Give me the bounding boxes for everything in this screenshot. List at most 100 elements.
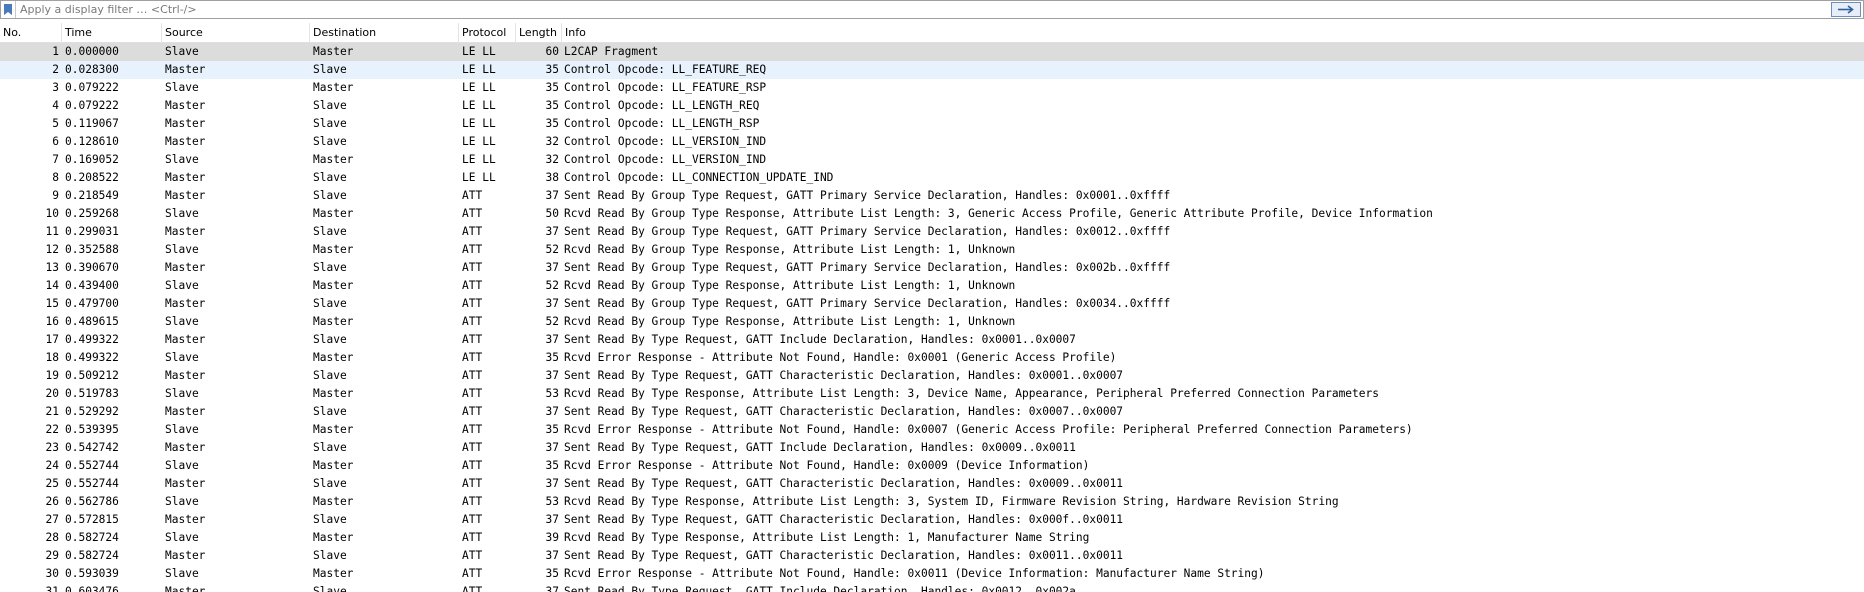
packet-row[interactable]: 9 0.218549 Master Slave ATT 37 Sent Read By Gr… xyxy=(0,187,1864,205)
packet-protocol: ATT xyxy=(462,387,483,400)
packet-no: 2 xyxy=(52,63,59,76)
column-header-no[interactable]: No. xyxy=(0,23,62,43)
apply-filter-button[interactable] xyxy=(1831,2,1861,17)
packet-time: 0.499322 xyxy=(65,333,119,346)
packet-source: Slave xyxy=(165,567,199,580)
packet-source: Slave xyxy=(165,153,199,166)
packet-no: 9 xyxy=(52,189,59,202)
packet-row[interactable]: 31 0.603476 Master Slave ATT 37 Sent Read By T… xyxy=(0,583,1864,592)
packet-row[interactable]: 14 0.439400 Slave Master ATT 52 Rcvd Read By G… xyxy=(0,277,1864,295)
packet-row[interactable]: 7 0.169052 Slave Master LE LL 32 Control Opcod… xyxy=(0,151,1864,169)
packet-length: 38 xyxy=(545,171,559,184)
packet-list: No. Time Source Destination Protocol Len… xyxy=(0,23,1864,592)
packet-row[interactable]: 6 0.128610 Master Slave LE LL 32 Control Opcod… xyxy=(0,133,1864,151)
packet-time: 0.352588 xyxy=(65,243,119,256)
packet-destination: Master xyxy=(313,423,354,436)
packet-source: Slave xyxy=(165,459,199,472)
column-header-info[interactable]: Info xyxy=(562,23,1864,43)
packet-row[interactable]: 25 0.552744 Master Slave ATT 37 Sent Read By T… xyxy=(0,475,1864,493)
packet-source: Slave xyxy=(165,243,199,256)
packet-row[interactable]: 10 0.259268 Slave Master ATT 50 Rcvd Read By G… xyxy=(0,205,1864,223)
packet-row[interactable]: 22 0.539395 Slave Master ATT 35 Rcvd Error Res… xyxy=(0,421,1864,439)
packet-time: 0.603476 xyxy=(65,585,119,592)
packet-protocol: ATT xyxy=(462,567,483,580)
packet-destination: Slave xyxy=(313,171,347,184)
packet-destination: Slave xyxy=(313,441,347,454)
packet-info: Rcvd Error Response - Attribute Not Foun… xyxy=(564,423,1413,436)
packet-protocol: LE LL xyxy=(462,135,496,148)
packet-time: 0.299031 xyxy=(65,225,119,238)
packet-no: 23 xyxy=(45,441,59,454)
packet-source: Master xyxy=(165,225,206,238)
packet-destination: Master xyxy=(313,279,354,292)
packet-row[interactable]: 2 0.028300 Master Slave LE LL 35 Control Opcod… xyxy=(0,61,1864,79)
packet-row[interactable]: 26 0.562786 Slave Master ATT 53 Rcvd Read By T… xyxy=(0,493,1864,511)
packet-no: 20 xyxy=(45,387,59,400)
packet-no: 31 xyxy=(45,585,59,592)
packet-row[interactable]: 8 0.208522 Master Slave LE LL 38 Control Opcod… xyxy=(0,169,1864,187)
packet-destination: Master xyxy=(313,567,354,580)
packet-row[interactable]: 30 0.593039 Slave Master ATT 35 Rcvd Error Res… xyxy=(0,565,1864,583)
column-header-source[interactable]: Source xyxy=(162,23,310,43)
packet-info: Sent Read By Type Request, GATT Include … xyxy=(564,441,1076,454)
packet-time: 0.562786 xyxy=(65,495,119,508)
packet-length: 60 xyxy=(545,45,559,58)
packet-length: 53 xyxy=(545,387,559,400)
packet-row[interactable]: 27 0.572815 Master Slave ATT 37 Sent Read By T… xyxy=(0,511,1864,529)
packet-time: 0.582724 xyxy=(65,531,119,544)
packet-row[interactable]: 5 0.119067 Master Slave LE LL 35 Control Opcod… xyxy=(0,115,1864,133)
packet-row[interactable]: 18 0.499322 Slave Master ATT 35 Rcvd Error Res… xyxy=(0,349,1864,367)
column-header-protocol[interactable]: Protocol xyxy=(459,23,516,43)
packet-info: Control Opcode: LL_FEATURE_RSP xyxy=(564,81,767,94)
packet-source: Master xyxy=(165,333,206,346)
packet-row[interactable]: 20 0.519783 Slave Master ATT 53 Rcvd Read By T… xyxy=(0,385,1864,403)
packet-source: Master xyxy=(165,261,206,274)
packet-row[interactable]: 16 0.489615 Slave Master ATT 52 Rcvd Read By G… xyxy=(0,313,1864,331)
packet-destination: Slave xyxy=(313,99,347,112)
packet-row[interactable]: 13 0.390670 Master Slave ATT 37 Sent Read By G… xyxy=(0,259,1864,277)
column-header-length[interactable]: Length xyxy=(516,23,562,43)
packet-row[interactable]: 19 0.509212 Master Slave ATT 37 Sent Read By T… xyxy=(0,367,1864,385)
packet-row[interactable]: 24 0.552744 Slave Master ATT 35 Rcvd Error Res… xyxy=(0,457,1864,475)
packet-protocol: ATT xyxy=(462,513,483,526)
packet-row[interactable]: 11 0.299031 Master Slave ATT 37 Sent Read By G… xyxy=(0,223,1864,241)
packet-destination: Slave xyxy=(313,135,347,148)
packet-info: Rcvd Read By Group Type Response, Attrib… xyxy=(564,279,1016,292)
packet-row[interactable]: 1 0.000000 Slave Master LE LL 60 L2CAP Fragmen… xyxy=(0,43,1864,61)
packet-protocol: LE LL xyxy=(462,153,496,166)
display-filter-input[interactable] xyxy=(16,2,1831,17)
packet-protocol: ATT xyxy=(462,459,483,472)
packet-row[interactable]: 23 0.542742 Master Slave ATT 37 Sent Read By T… xyxy=(0,439,1864,457)
packet-time: 0.519783 xyxy=(65,387,119,400)
packet-row[interactable]: 4 0.079222 Master Slave LE LL 35 Control Opcod… xyxy=(0,97,1864,115)
packet-row[interactable]: 21 0.529292 Master Slave ATT 37 Sent Read By T… xyxy=(0,403,1864,421)
packet-row[interactable]: 15 0.479700 Master Slave ATT 37 Sent Read By G… xyxy=(0,295,1864,313)
packet-protocol: LE LL xyxy=(462,171,496,184)
packet-row[interactable]: 17 0.499322 Master Slave ATT 37 Sent Read By T… xyxy=(0,331,1864,349)
packet-time: 0.028300 xyxy=(65,63,119,76)
column-header-time[interactable]: Time xyxy=(62,23,162,43)
bookmark-icon[interactable] xyxy=(1,1,16,18)
packet-info: Sent Read By Type Request, GATT Characte… xyxy=(564,513,1124,526)
packet-no: 22 xyxy=(45,423,59,436)
packet-info: Control Opcode: LL_LENGTH_REQ xyxy=(564,99,760,112)
packet-protocol: ATT xyxy=(462,495,483,508)
packet-destination: Master xyxy=(313,81,354,94)
packet-time: 0.529292 xyxy=(65,405,119,418)
packet-protocol: ATT xyxy=(462,189,483,202)
packet-time: 0.593039 xyxy=(65,567,119,580)
packet-row[interactable]: 3 0.079222 Slave Master LE LL 35 Control Opcod… xyxy=(0,79,1864,97)
packet-info: Sent Read By Type Request, GATT Characte… xyxy=(564,549,1124,562)
packet-destination: Master xyxy=(313,243,354,256)
packet-no: 14 xyxy=(45,279,59,292)
column-header-destination[interactable]: Destination xyxy=(310,23,459,43)
packet-info: Sent Read By Type Request, GATT Characte… xyxy=(564,477,1124,490)
packet-source: Master xyxy=(165,549,206,562)
packet-time: 0.119067 xyxy=(65,117,119,130)
packet-row[interactable]: 28 0.582724 Slave Master ATT 39 Rcvd Read By T… xyxy=(0,529,1864,547)
packet-row[interactable]: 12 0.352588 Slave Master ATT 52 Rcvd Read By G… xyxy=(0,241,1864,259)
packet-protocol: ATT xyxy=(462,315,483,328)
packet-protocol: LE LL xyxy=(462,81,496,94)
packet-row[interactable]: 29 0.582724 Master Slave ATT 37 Sent Read By T… xyxy=(0,547,1864,565)
packet-time: 0.218549 xyxy=(65,189,119,202)
